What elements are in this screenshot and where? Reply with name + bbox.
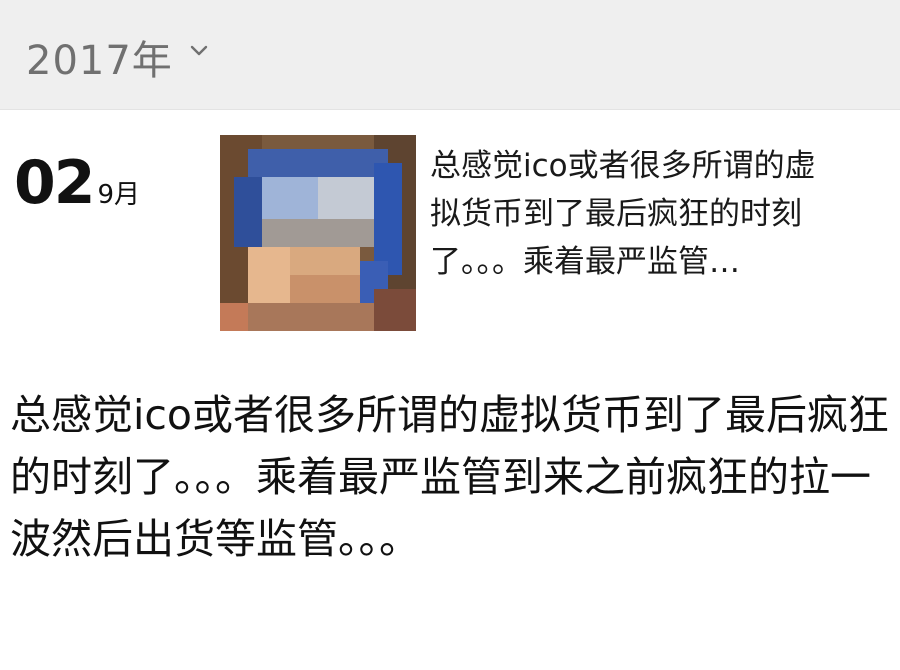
post-thumbnail[interactable] [220, 135, 416, 331]
chevron-down-icon[interactable] [190, 42, 208, 60]
summary-line: 拟货币到了最后疯狂的时刻 [430, 196, 802, 232]
summary-line: 总感觉ico或者很多所谓的虚 [430, 148, 816, 184]
post-date: 02 9月 [14, 148, 140, 218]
summary-line: 了。。。乘着最严监管… [430, 244, 740, 280]
post-month: 9月 [97, 180, 141, 210]
post-day: 02 [14, 148, 95, 218]
pixelated-photo-icon [220, 135, 416, 331]
post-summary[interactable]: 总感觉ico或者很多所谓的虚 拟货币到了最后疯狂的时刻 了。。。乘着最严监管… [430, 142, 885, 286]
post-full-text: 总感觉ico或者很多所谓的虚拟货币到了最后疯狂的时刻了。。。乘着最严监管到来之前… [10, 391, 890, 563]
year-header[interactable]: 2017年 [0, 0, 900, 110]
year-label[interactable]: 2017年 [26, 28, 173, 86]
